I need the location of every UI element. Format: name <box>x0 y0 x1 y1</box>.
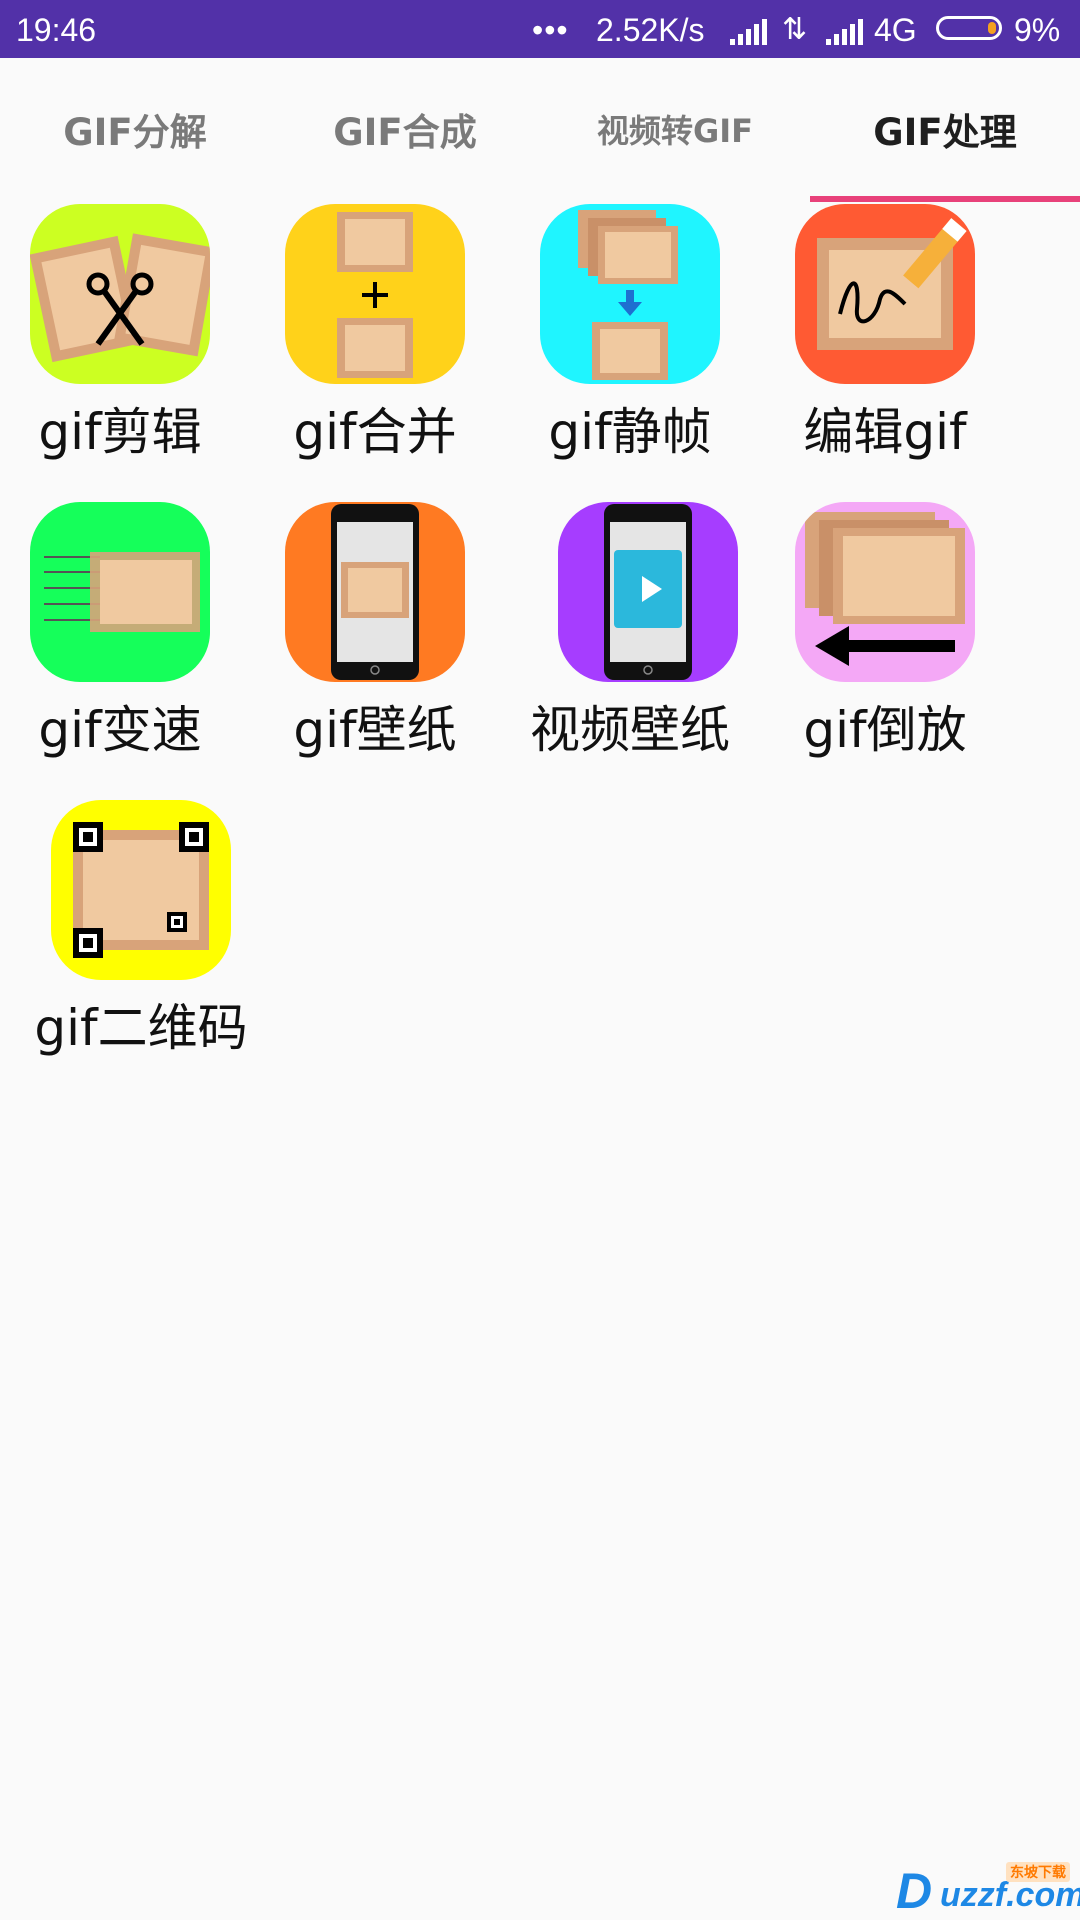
tool-gif-merge[interactable]: gif合并 <box>260 204 490 464</box>
clock: 19:46 <box>16 12 97 48</box>
merge-icon <box>285 204 465 384</box>
tab-bar: GIF分解 GIF合成 视频转GIF GIF处理 <box>0 58 1080 202</box>
watermark-logo: D uzzf.com 东坡下载 <box>896 1862 1080 1919</box>
qr-code-icon <box>51 800 231 980</box>
tool-gif-speed[interactable]: gif变速 <box>5 502 235 762</box>
tool-gif-wallpaper[interactable]: gif壁纸 <box>260 502 490 762</box>
video-wallpaper-icon <box>558 502 738 682</box>
logo-icon: D <box>896 1863 933 1919</box>
status-bar: 19:46 ••• 2.52K/s ⇅ 4G 9% <box>0 0 1080 58</box>
tool-label: gif变速 <box>38 701 202 759</box>
tool-label: gif合并 <box>293 403 457 461</box>
signal-icon <box>730 16 770 53</box>
speed-icon <box>30 502 210 682</box>
phone-wallpaper-icon <box>285 502 465 682</box>
network-type: 4G <box>874 12 917 48</box>
tool-gif-qrcode[interactable]: gif二维码 <box>26 800 256 1060</box>
tool-label: gif静帧 <box>548 403 712 461</box>
tab-gif-decompose[interactable]: GIF分解 <box>0 58 270 200</box>
reverse-icon <box>795 502 975 682</box>
data-transfer-icon: ⇅ <box>782 13 808 46</box>
tool-edit-gif[interactable]: 编辑gif <box>770 204 1000 464</box>
network-speed: 2.52K/s <box>596 12 705 48</box>
tab-gif-process[interactable]: GIF处理 <box>810 58 1080 200</box>
tool-label: gif壁纸 <box>293 701 457 759</box>
tool-gif-cut[interactable]: gif剪辑 <box>5 204 235 464</box>
tool-video-wallpaper[interactable]: 视频壁纸 <box>515 502 745 762</box>
tool-label: gif剪辑 <box>38 403 202 461</box>
tool-label: gif倒放 <box>803 701 967 759</box>
tool-gif-reverse[interactable]: gif倒放 <box>770 502 1000 762</box>
signal-icon <box>826 16 866 53</box>
tab-indicator <box>810 196 1080 202</box>
tool-label: 编辑gif <box>803 403 967 461</box>
edit-pen-icon <box>795 204 975 384</box>
tab-gif-compose[interactable]: GIF合成 <box>270 58 540 200</box>
still-frame-icon <box>540 204 720 384</box>
watermark-sub: 东坡下载 <box>1006 1862 1070 1882</box>
scissors-icon <box>30 204 210 384</box>
battery-percent: 9% <box>1014 12 1061 48</box>
battery-icon <box>936 16 1002 40</box>
tool-label: 视频壁纸 <box>530 701 730 759</box>
more-notifications-icon: ••• <box>532 12 569 48</box>
tab-video-to-gif[interactable]: 视频转GIF <box>540 58 810 200</box>
tool-label: gif二维码 <box>34 999 248 1057</box>
tool-gif-still-frame[interactable]: gif静帧 <box>515 204 745 464</box>
